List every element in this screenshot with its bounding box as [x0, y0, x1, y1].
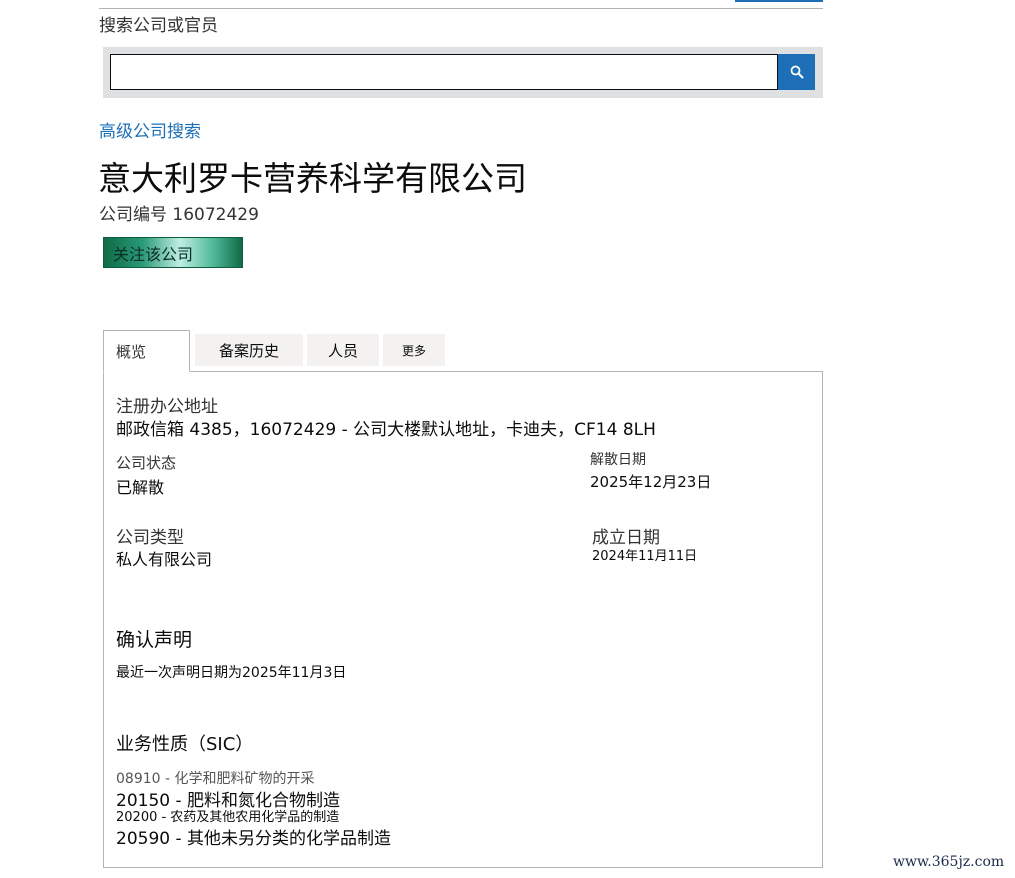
tab-overview[interactable]: 概览: [103, 330, 190, 372]
confirmation-statement-heading: 确认声明: [116, 629, 193, 651]
dissolved-on-label: 解散日期: [590, 452, 646, 468]
company-type-value: 私人有限公司: [116, 550, 213, 569]
watermark-text: www.365jz.com: [893, 854, 1005, 870]
search-label: 搜索公司或官员: [99, 16, 218, 36]
search-button[interactable]: [778, 54, 815, 90]
sic-heading: 业务性质（SIC）: [116, 734, 254, 755]
registered-office-label: 注册办公地址: [116, 397, 218, 417]
company-number-value: 16072429: [172, 205, 259, 225]
overview-panel: 注册办公地址 邮政信箱 4385，16072429 - 公司大楼默认地址，卡迪夫…: [103, 371, 823, 868]
company-page: 搜索公司或官员 高级公司搜索 意大利罗卡营养科学有限公司 公司编号 160724…: [0, 0, 1015, 878]
company-status-label: 公司状态: [116, 454, 177, 472]
company-number: 公司编号 16072429: [99, 200, 259, 225]
tab-more[interactable]: 更多: [383, 334, 445, 366]
search-input[interactable]: [110, 54, 778, 90]
confirmation-statement-text: 最近一次声明日期为2025年11月3日: [116, 665, 347, 681]
sic-item: 20590 - 其他未另分类的化学品制造: [116, 829, 392, 849]
sic-item: 20200 - 农药及其他农用化学品的制造: [116, 810, 340, 825]
top-accent-bar: [735, 0, 823, 2]
company-status-value: 已解散: [116, 478, 165, 497]
tab-filing-history[interactable]: 备案历史: [195, 334, 303, 366]
tab-people[interactable]: 人员: [307, 334, 379, 366]
top-divider: [99, 8, 823, 9]
follow-company-button[interactable]: 关注该公司: [103, 237, 243, 268]
advanced-search-link[interactable]: 高级公司搜索: [99, 117, 201, 142]
sic-item: 08910 - 化学和肥料矿物的开采: [116, 771, 315, 787]
company-number-label: 公司编号: [99, 205, 167, 225]
search-panel: [103, 47, 823, 98]
company-name: 意大利罗卡营养科学有限公司: [98, 159, 527, 198]
registered-office-value: 邮政信箱 4385，16072429 - 公司大楼默认地址，卡迪夫，CF14 8…: [116, 420, 656, 440]
incorporated-on-value: 2024年11月11日: [592, 549, 698, 564]
search-icon: [790, 65, 803, 79]
company-type-label: 公司类型: [116, 528, 184, 548]
dissolved-on-value: 2025年12月23日: [590, 473, 712, 491]
